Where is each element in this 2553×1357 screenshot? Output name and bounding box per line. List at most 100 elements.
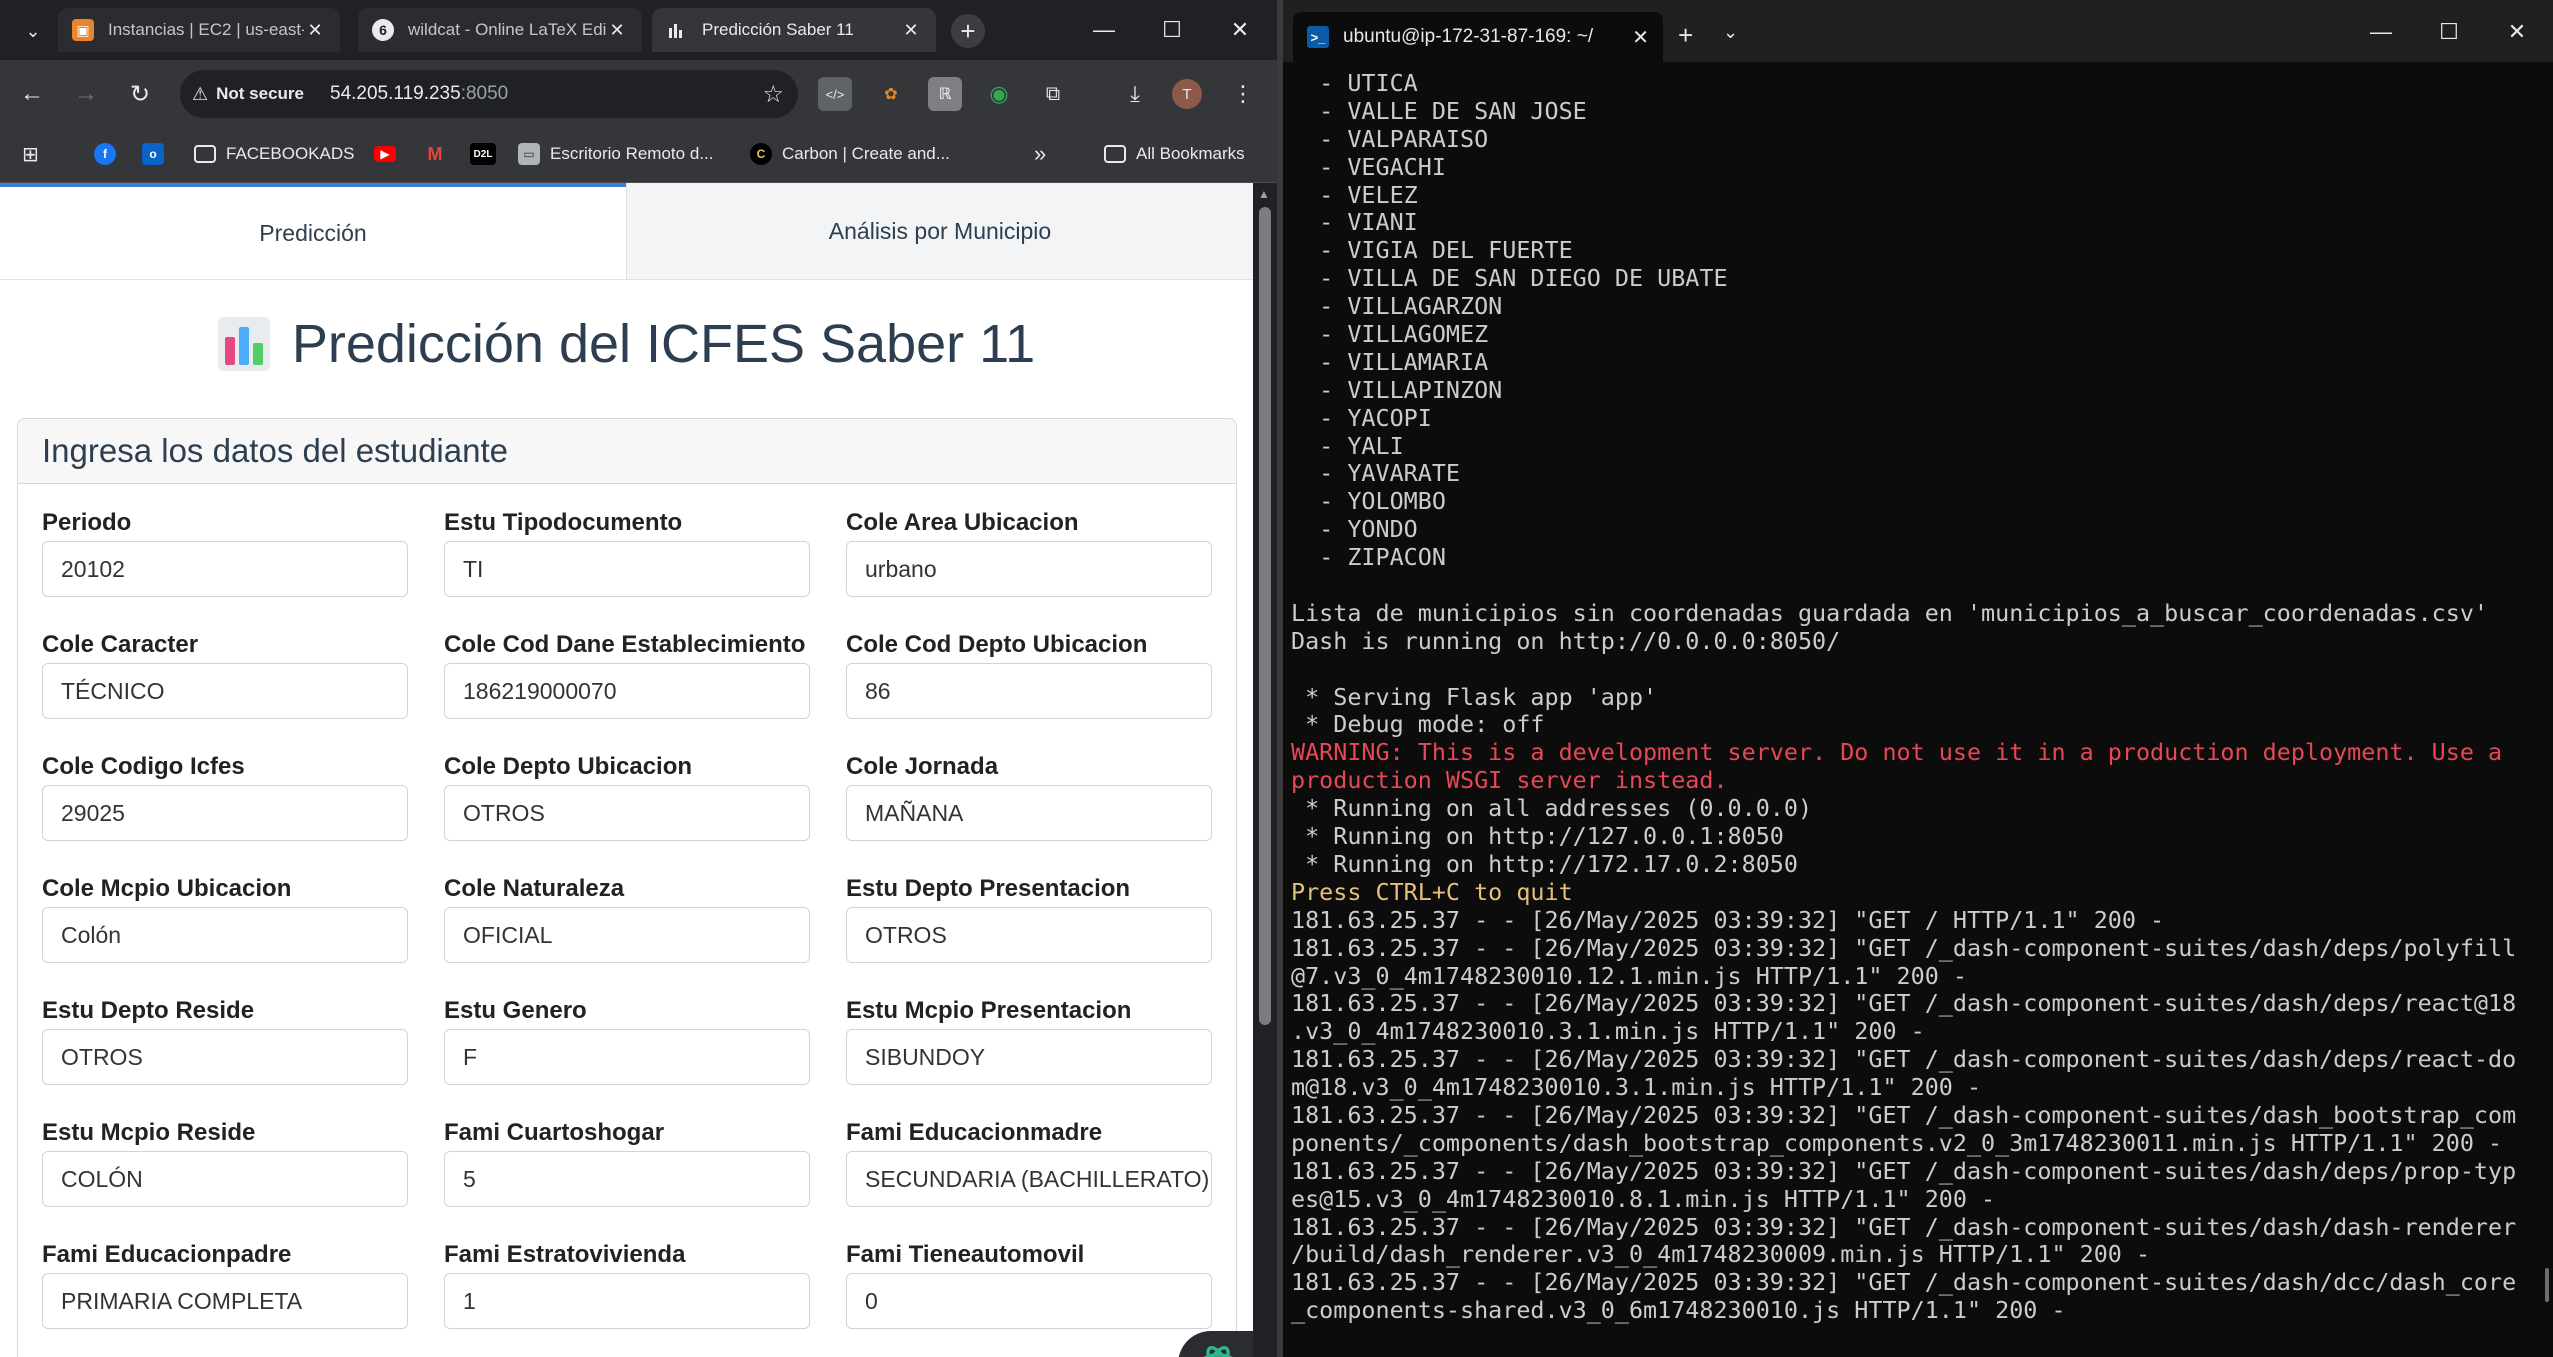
form-field: Cole Cod Depto Ubicacion 86 (846, 631, 1212, 719)
field-input[interactable]: TÉCNICO (42, 663, 408, 719)
bookmark-all-bookmarks[interactable]: All Bookmarks (1104, 138, 1245, 170)
field-input[interactable]: OFICIAL (444, 907, 810, 963)
overleaf-icon: 6 (372, 19, 394, 41)
terminal-output[interactable]: - UTICA - VALLE DE SAN JOSE - VALPARAISO… (1291, 69, 2541, 1325)
close-window-icon[interactable]: ✕ (1210, 10, 1270, 50)
field-label: Cole Mcpio Ubicacion (42, 875, 292, 902)
field-input[interactable]: F (444, 1029, 810, 1085)
remote-desktop-icon: ▭ (518, 143, 540, 165)
maximize-icon[interactable]: ☐ (1142, 10, 1202, 50)
more-bookmarks-icon[interactable]: » (1034, 138, 1046, 170)
terminal-tab[interactable]: >_ ubuntu@ip-172-31-87-169: ~/ ✕ (1293, 12, 1663, 62)
close-tab-icon[interactable]: ✕ (606, 20, 628, 41)
terminal-line: - YACOPI (1291, 403, 1432, 432)
download-icon[interactable]: ⤓ (1118, 77, 1152, 111)
carbon-icon: C (750, 143, 772, 165)
openai-icon (1195, 1339, 1241, 1357)
folder-icon (194, 145, 216, 163)
new-terminal-tab-icon[interactable]: + (1678, 20, 1693, 51)
bookmark-facebookads[interactable]: FACEBOOKADS (194, 138, 354, 170)
maximize-icon[interactable]: ☐ (2419, 12, 2479, 52)
extension-grammarly-icon[interactable]: ◉ (982, 77, 1016, 111)
field-input[interactable]: COLÓN (42, 1151, 408, 1207)
gmail-icon: M (427, 143, 443, 164)
terminal-line: - YAVARATE (1291, 459, 1460, 488)
minimize-icon[interactable]: — (2351, 12, 2411, 52)
reload-icon[interactable]: ↻ (120, 74, 160, 114)
field-label: Cole Jornada (846, 753, 999, 780)
field-label: Estu Mcpio Presentacion (846, 997, 1132, 1024)
form-field: Fami Tieneautomovil 0 (846, 1241, 1212, 1329)
field-input[interactable]: OTROS (846, 907, 1212, 963)
close-window-icon[interactable]: ✕ (2487, 12, 2547, 52)
browser-tab-prediccion[interactable]: Predicción Saber 11 ✕ (652, 8, 936, 52)
scroll-up-icon[interactable]: ▲ (1258, 187, 1270, 201)
field-input[interactable]: Colón (42, 907, 408, 963)
terminal-scrollbar[interactable] (2545, 1268, 2549, 1302)
field-label: Cole Area Ubicacion (846, 509, 1079, 536)
field-input[interactable]: 1 (444, 1273, 810, 1329)
field-input[interactable]: SIBUNDOY (846, 1029, 1212, 1085)
forward-icon[interactable]: → (66, 74, 106, 114)
url-text[interactable]: 54.205.119.235:8050 (330, 83, 508, 105)
bookmark-outlook[interactable]: o (142, 138, 174, 170)
tab-search-icon[interactable]: ⌄ (18, 16, 48, 46)
field-input[interactable]: OTROS (42, 1029, 408, 1085)
terminal-line: - VALPARAISO (1291, 124, 1489, 153)
apps-grid-icon[interactable]: ⊞ (22, 138, 39, 170)
field-input[interactable]: 29025 (42, 785, 408, 841)
browser-tab-overleaf[interactable]: 6 wildcat - Online LaTeX Editor ✕ (358, 8, 642, 52)
field-input[interactable]: urbano (846, 541, 1212, 597)
browser-menu-icon[interactable]: ⋮ (1226, 77, 1260, 111)
bookmark-facebook[interactable]: f (94, 138, 126, 170)
tab-strip: ⌄ ▣ Instancias | EC2 | us-east-1 ✕ 6 wil… (0, 0, 1277, 60)
new-tab-button[interactable]: + (951, 14, 985, 48)
field-input[interactable]: 20102 (42, 541, 408, 597)
extension-r-icon[interactable]: ℝ (928, 77, 962, 111)
browser-window: ⌄ ▣ Instancias | EC2 | us-east-1 ✕ 6 wil… (0, 0, 1277, 1357)
terminal-line: - YOLOMBO (1291, 487, 1446, 516)
bookmark-gmail[interactable]: M (424, 138, 456, 170)
bookmark-escritorio-remoto[interactable]: ▭ Escritorio Remoto d... (518, 138, 713, 170)
terminal-line: m@18.v3_0_4m1748230010.3.1.min.js HTTP/1… (1291, 1073, 1982, 1102)
tab-prediccion[interactable]: Predicción (0, 183, 626, 279)
address-bar[interactable]: ⚠ Not secure 54.205.119.235:8050 ☆ (180, 70, 798, 118)
facebook-icon: f (94, 143, 116, 165)
bookmark-youtube[interactable]: ▶ (374, 138, 406, 170)
back-icon[interactable]: ← (12, 74, 52, 114)
close-tab-icon[interactable]: ✕ (1632, 25, 1649, 50)
close-tab-icon[interactable]: ✕ (900, 20, 922, 41)
field-input[interactable]: SECUNDARIA (BACHILLERATO) (846, 1151, 1212, 1207)
not-secure-chip[interactable]: ⚠ Not secure (192, 84, 304, 105)
youtube-icon: ▶ (374, 146, 396, 162)
field-input[interactable]: 186219000070 (444, 663, 810, 719)
field-input[interactable]: 86 (846, 663, 1212, 719)
field-input[interactable]: TI (444, 541, 810, 597)
tab-analisis-municipio[interactable]: Análisis por Municipio (626, 183, 1253, 279)
avatar[interactable]: T (1172, 79, 1202, 109)
scrollbar-thumb[interactable] (1259, 207, 1271, 1025)
bookmark-d2l[interactable]: D2L (470, 138, 506, 170)
field-label: Cole Caracter (42, 631, 199, 658)
browser-tab-ec2[interactable]: ▣ Instancias | EC2 | us-east-1 ✕ (58, 8, 340, 52)
page-scrollbar[interactable]: ▲ (1253, 183, 1277, 1357)
form-field: Cole Jornada MAÑANA (846, 753, 1212, 841)
terminal-line: 181.63.25.37 - - [26/May/2025 03:39:32] … (1291, 1156, 2517, 1185)
field-input[interactable]: OTROS (444, 785, 810, 841)
extensions-puzzle-icon[interactable]: ⧉ (1036, 77, 1070, 111)
bookmark-carbon[interactable]: C Carbon | Create and... (750, 138, 950, 170)
field-input[interactable]: 5 (444, 1151, 810, 1207)
field-input[interactable]: PRIMARIA COMPLETA (42, 1273, 408, 1329)
close-tab-icon[interactable]: ✕ (304, 20, 326, 41)
extension-cookie-icon[interactable]: ✿ (874, 77, 908, 111)
field-input[interactable]: MAÑANA (846, 785, 1212, 841)
terminal-dropdown-icon[interactable]: ⌄ (1723, 22, 1738, 43)
bookmark-star-icon[interactable]: ☆ (762, 80, 784, 109)
minimize-icon[interactable]: — (1074, 10, 1134, 50)
terminal-line: Press CTRL+C to quit (1291, 877, 1573, 906)
field-input[interactable]: 0 (846, 1273, 1212, 1329)
terminal-window: >_ ubuntu@ip-172-31-87-169: ~/ ✕ + ⌄ — ☐… (1283, 0, 2553, 1357)
extension-code-icon[interactable]: </> (818, 77, 852, 111)
terminal-line: - VIANI (1291, 208, 1418, 237)
